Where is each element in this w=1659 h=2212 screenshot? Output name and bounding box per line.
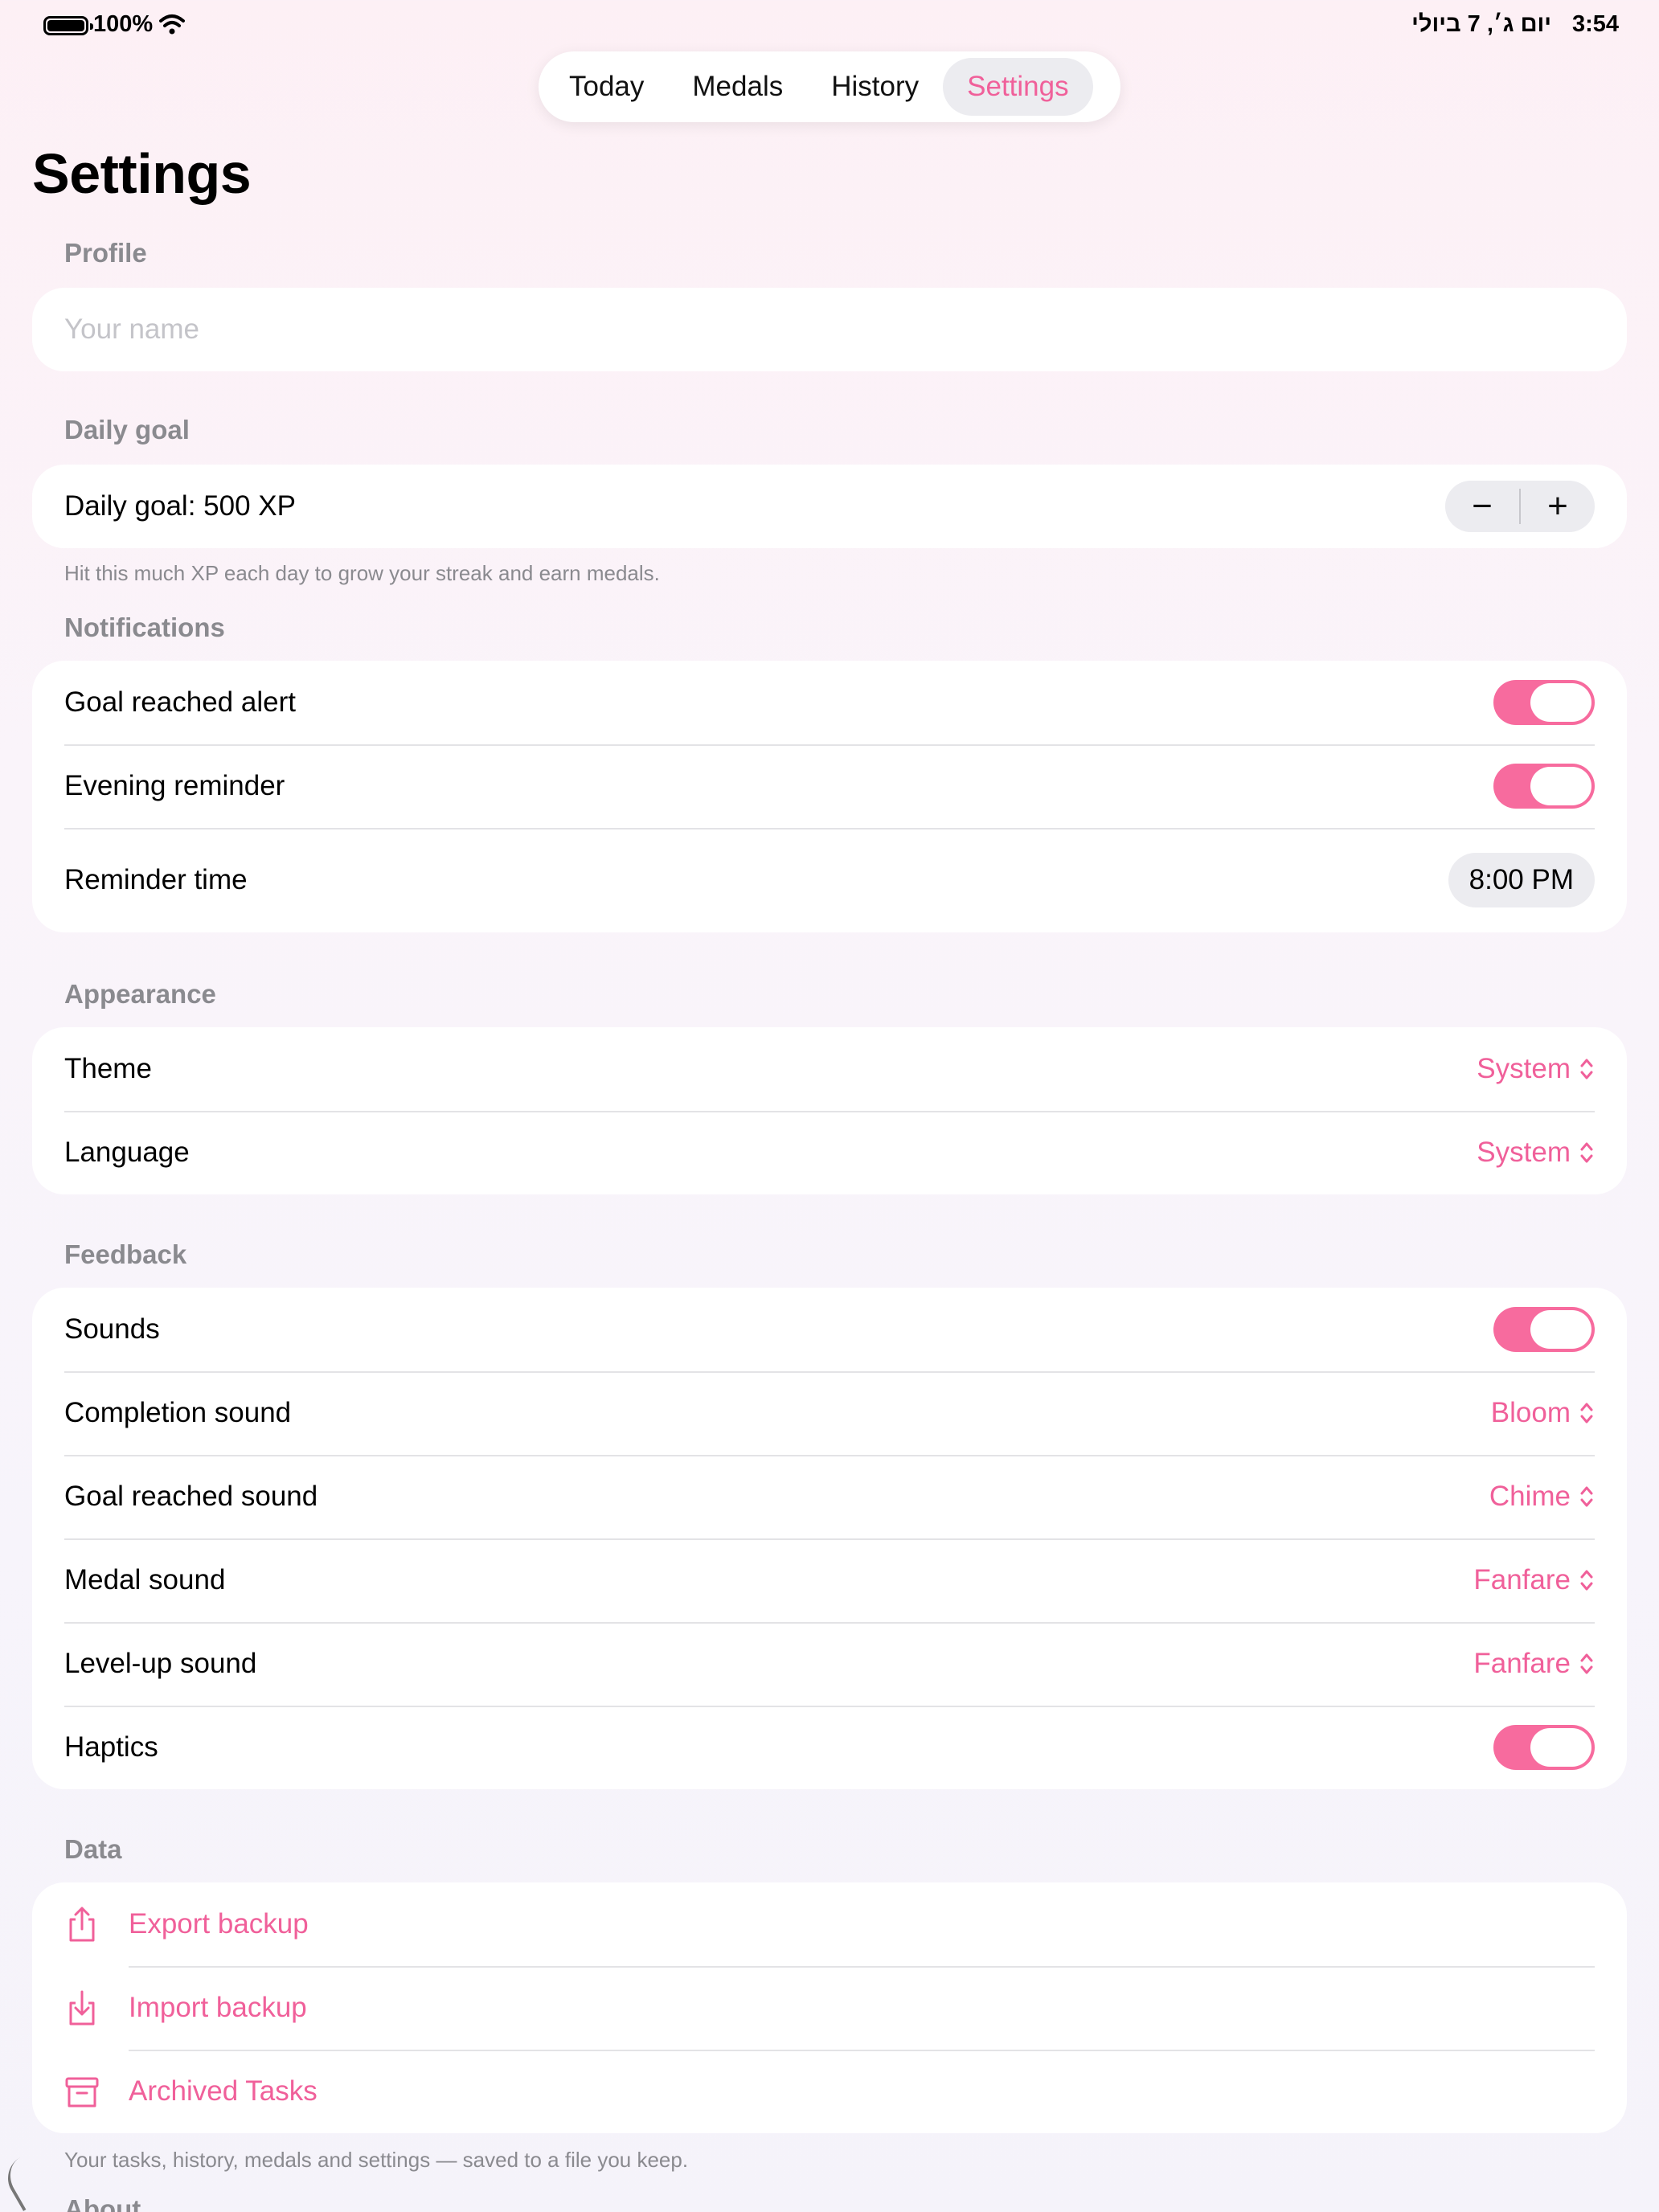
toggle-knob — [1530, 767, 1591, 805]
toggle-knob — [1530, 683, 1591, 722]
levelup-sound-picker[interactable]: Fanfare — [1473, 1648, 1595, 1680]
reminder-time-row: Reminder time 8:00 PM — [32, 828, 1627, 932]
appearance-card: Theme System Language System — [32, 1027, 1627, 1194]
sounds-label: Sounds — [64, 1313, 160, 1345]
notifications-card: Goal reached alert Evening reminder Remi… — [32, 661, 1627, 932]
battery-percentage: 100% — [93, 11, 154, 37]
archived-tasks-row[interactable]: Archived Tasks — [32, 2050, 1627, 2133]
levelup-sound-label: Level-up sound — [64, 1648, 257, 1679]
reminder-time-picker[interactable]: 8:00 PM — [1448, 853, 1595, 907]
share-icon — [69, 1907, 95, 1942]
daily-goal-footer: Hit this much XP each day to grow your s… — [64, 561, 660, 585]
feedback-section-header: Feedback — [64, 1239, 187, 1269]
completion-sound-value: Bloom — [1490, 1397, 1571, 1428]
goal-alert-row: Goal reached alert — [32, 661, 1627, 744]
wifi-icon — [159, 14, 185, 35]
goal-sound-row: Goal reached sound Chime — [32, 1455, 1627, 1538]
goal-sound-picker[interactable]: Chime — [1489, 1481, 1595, 1513]
reminder-time-label: Reminder time — [64, 864, 248, 895]
completion-sound-row: Completion sound Bloom — [32, 1371, 1627, 1455]
language-row: Language System — [32, 1111, 1627, 1194]
levelup-sound-row: Level-up sound Fanfare — [32, 1622, 1627, 1706]
goal-sound-value: Chime — [1489, 1481, 1571, 1512]
evening-reminder-toggle[interactable] — [1493, 764, 1595, 809]
toggle-knob — [1530, 1310, 1591, 1349]
goal-alert-label: Goal reached alert — [64, 686, 296, 718]
evening-reminder-label: Evening reminder — [64, 770, 285, 801]
status-time: 3:54 — [1571, 11, 1619, 37]
tab-today[interactable]: Today — [545, 58, 668, 116]
status-date: יום ג׳, 7 ביולי — [1411, 11, 1551, 37]
language-label: Language — [64, 1137, 190, 1168]
profile-section-header: Profile — [64, 238, 147, 268]
theme-row: Theme System — [32, 1027, 1627, 1111]
tab-history[interactable]: History — [807, 58, 943, 116]
theme-picker[interactable]: System — [1477, 1053, 1595, 1085]
haptics-label: Haptics — [64, 1731, 158, 1763]
levelup-sound-value: Fanfare — [1473, 1648, 1571, 1679]
theme-label: Theme — [64, 1053, 152, 1084]
completion-sound-picker[interactable]: Bloom — [1491, 1397, 1595, 1429]
archive-box-icon — [65, 2077, 99, 2108]
chevron-up-down-icon — [1580, 1403, 1593, 1423]
feedback-card: Sounds Completion sound Bloom Goal reach… — [32, 1288, 1627, 1789]
archived-tasks-label: Archived Tasks — [129, 2075, 317, 2107]
export-backup-row[interactable]: Export backup — [32, 1882, 1627, 1966]
goal-sound-label: Goal reached sound — [64, 1481, 318, 1512]
evening-reminder-row: Evening reminder — [32, 744, 1627, 828]
daily-goal-label: Daily goal: 500 XP — [64, 490, 296, 522]
medal-sound-row: Medal sound Fanfare — [32, 1538, 1627, 1622]
export-backup-label: Export backup — [129, 1908, 309, 1940]
import-backup-label: Import backup — [129, 1992, 307, 2023]
import-icon — [69, 1990, 95, 2026]
language-picker[interactable]: System — [1477, 1137, 1595, 1169]
toggle-knob — [1530, 1728, 1591, 1767]
battery-icon — [43, 16, 93, 35]
name-input[interactable]: Your name — [64, 313, 199, 346]
medal-sound-label: Medal sound — [64, 1564, 226, 1596]
daily-goal-section-header: Daily goal — [64, 415, 190, 444]
notifications-section-header: Notifications — [64, 612, 225, 642]
daily-goal-stepper: − + — [1445, 481, 1595, 532]
about-section-header: About — [64, 2194, 141, 2212]
medal-sound-picker[interactable]: Fanfare — [1473, 1564, 1595, 1596]
data-section-header: Data — [64, 1834, 122, 1864]
profile-card: Your name — [32, 288, 1627, 371]
daily-goal-row: Daily goal: 500 XP − + — [32, 465, 1627, 548]
decrement-button[interactable]: − — [1445, 481, 1519, 532]
sounds-toggle[interactable] — [1493, 1307, 1595, 1352]
goal-alert-toggle[interactable] — [1493, 680, 1595, 725]
language-value: System — [1477, 1137, 1571, 1168]
name-field-row: Your name — [32, 288, 1627, 371]
corner-indicator — [0, 2145, 65, 2211]
daily-goal-card: Daily goal: 500 XP − + — [32, 465, 1627, 548]
haptics-toggle[interactable] — [1493, 1725, 1595, 1770]
segmented-tab-bar: Today Medals History Settings — [539, 51, 1120, 122]
theme-value: System — [1477, 1053, 1571, 1084]
chevron-up-down-icon — [1580, 1142, 1593, 1163]
data-footer: Your tasks, history, medals and settings… — [64, 2148, 689, 2172]
increment-button[interactable]: + — [1521, 481, 1595, 532]
data-card: Export backup Import backup Archived Tas… — [32, 1882, 1627, 2133]
sounds-row: Sounds — [32, 1288, 1627, 1371]
import-backup-row[interactable]: Import backup — [32, 1966, 1627, 2050]
chevron-up-down-icon — [1580, 1653, 1593, 1674]
completion-sound-label: Completion sound — [64, 1397, 292, 1428]
chevron-up-down-icon — [1580, 1570, 1593, 1591]
haptics-row: Haptics — [32, 1706, 1627, 1789]
status-bar: 100% יום ג׳, 7 ביולי 3:54 — [0, 0, 1659, 51]
appearance-section-header: Appearance — [64, 979, 216, 1009]
tab-medals[interactable]: Medals — [668, 58, 807, 116]
page-title: Settings — [32, 142, 252, 205]
medal-sound-value: Fanfare — [1473, 1564, 1571, 1596]
chevron-up-down-icon — [1580, 1486, 1593, 1507]
chevron-up-down-icon — [1580, 1059, 1593, 1079]
tab-settings[interactable]: Settings — [943, 58, 1093, 116]
